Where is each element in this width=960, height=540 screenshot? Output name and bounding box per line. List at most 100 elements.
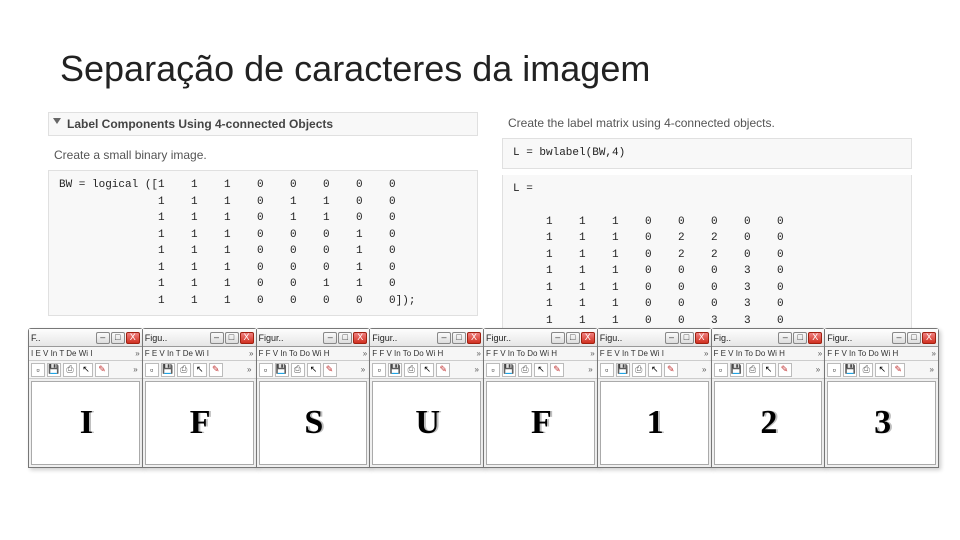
toolbar-overflow-icon[interactable]: » xyxy=(930,365,936,374)
pointer-icon[interactable]: ↖ xyxy=(79,363,93,377)
new-file-icon[interactable]: ▫ xyxy=(145,363,159,377)
collapse-arrow-icon[interactable] xyxy=(53,118,61,124)
print-icon[interactable]: ⎙ xyxy=(404,363,418,377)
close-button[interactable]: X xyxy=(126,332,140,344)
new-file-icon[interactable]: ▫ xyxy=(714,363,728,377)
save-icon[interactable]: 💾 xyxy=(161,363,175,377)
menu-items[interactable]: F E V In To Do Wi H xyxy=(714,349,785,358)
minimize-button[interactable]: – xyxy=(437,332,451,344)
titlebar[interactable]: Figur.. – □ X xyxy=(370,329,483,347)
new-file-icon[interactable]: ▫ xyxy=(372,363,386,377)
minimize-button[interactable]: – xyxy=(892,332,906,344)
menubar[interactable]: F F V In To Do Wi H » xyxy=(370,347,483,361)
pointer-icon[interactable]: ↖ xyxy=(534,363,548,377)
menu-items[interactable]: F F V In To Do Wi H xyxy=(486,349,557,358)
brush-icon[interactable]: ✎ xyxy=(664,363,678,377)
close-button[interactable]: X xyxy=(240,332,254,344)
new-file-icon[interactable]: ▫ xyxy=(259,363,273,377)
new-file-icon[interactable]: ▫ xyxy=(827,363,841,377)
close-button[interactable]: X xyxy=(808,332,822,344)
menu-items[interactable]: F F V In To Do Wi H xyxy=(259,349,330,358)
save-icon[interactable]: 💾 xyxy=(843,363,857,377)
menubar[interactable]: F E V In T De Wi I » xyxy=(598,347,711,361)
save-icon[interactable]: 💾 xyxy=(47,363,61,377)
menu-overflow-icon[interactable]: » xyxy=(477,349,481,358)
minimize-button[interactable]: – xyxy=(210,332,224,344)
toolbar-overflow-icon[interactable]: » xyxy=(475,365,481,374)
pointer-icon[interactable]: ↖ xyxy=(875,363,889,377)
titlebar[interactable]: F.. – □ X xyxy=(29,329,142,347)
section-header-left[interactable]: Label Components Using 4-connected Objec… xyxy=(48,112,478,136)
maximize-button[interactable]: □ xyxy=(225,332,239,344)
print-icon[interactable]: ⎙ xyxy=(746,363,760,377)
pointer-icon[interactable]: ↖ xyxy=(420,363,434,377)
brush-icon[interactable]: ✎ xyxy=(550,363,564,377)
titlebar[interactable]: Figu.. – □ X xyxy=(143,329,256,347)
brush-icon[interactable]: ✎ xyxy=(323,363,337,377)
menu-items[interactable]: F E V In T De Wi I xyxy=(145,349,209,358)
menu-overflow-icon[interactable]: » xyxy=(932,349,936,358)
titlebar[interactable]: Figur.. – □ X xyxy=(484,329,597,347)
print-icon[interactable]: ⎙ xyxy=(177,363,191,377)
save-icon[interactable]: 💾 xyxy=(616,363,630,377)
pointer-icon[interactable]: ↖ xyxy=(193,363,207,377)
save-icon[interactable]: 💾 xyxy=(730,363,744,377)
brush-icon[interactable]: ✎ xyxy=(778,363,792,377)
minimize-button[interactable]: – xyxy=(323,332,337,344)
close-button[interactable]: X xyxy=(922,332,936,344)
menubar[interactable]: F E V In To Do Wi H » xyxy=(712,347,825,361)
print-icon[interactable]: ⎙ xyxy=(632,363,646,377)
save-icon[interactable]: 💾 xyxy=(275,363,289,377)
menubar[interactable]: F F V In To Do Wi H » xyxy=(484,347,597,361)
maximize-button[interactable]: □ xyxy=(680,332,694,344)
toolbar-overflow-icon[interactable]: » xyxy=(247,365,253,374)
brush-icon[interactable]: ✎ xyxy=(891,363,905,377)
save-icon[interactable]: 💾 xyxy=(502,363,516,377)
menu-overflow-icon[interactable]: » xyxy=(363,349,367,358)
new-file-icon[interactable]: ▫ xyxy=(600,363,614,377)
print-icon[interactable]: ⎙ xyxy=(291,363,305,377)
menu-overflow-icon[interactable]: » xyxy=(818,349,822,358)
close-button[interactable]: X xyxy=(695,332,709,344)
menubar[interactable]: F F V In To Do Wi H » xyxy=(257,347,370,361)
menu-items[interactable]: F F V In To Do Wi H xyxy=(827,349,898,358)
titlebar[interactable]: Figur.. – □ X xyxy=(825,329,938,347)
menu-overflow-icon[interactable]: » xyxy=(135,349,139,358)
toolbar-overflow-icon[interactable]: » xyxy=(361,365,367,374)
minimize-button[interactable]: – xyxy=(778,332,792,344)
close-button[interactable]: X xyxy=(353,332,367,344)
new-file-icon[interactable]: ▫ xyxy=(31,363,45,377)
print-icon[interactable]: ⎙ xyxy=(518,363,532,377)
new-file-icon[interactable]: ▫ xyxy=(486,363,500,377)
maximize-button[interactable]: □ xyxy=(907,332,921,344)
menubar[interactable]: I E V In T De Wi I » xyxy=(29,347,142,361)
toolbar-overflow-icon[interactable]: » xyxy=(133,365,139,374)
print-icon[interactable]: ⎙ xyxy=(859,363,873,377)
maximize-button[interactable]: □ xyxy=(452,332,466,344)
titlebar[interactable]: Fig.. – □ X xyxy=(712,329,825,347)
menubar[interactable]: F F V In To Do Wi H » xyxy=(825,347,938,361)
menu-overflow-icon[interactable]: » xyxy=(249,349,253,358)
maximize-button[interactable]: □ xyxy=(338,332,352,344)
menu-items[interactable]: F F V In To Do Wi H xyxy=(372,349,443,358)
menu-overflow-icon[interactable]: » xyxy=(590,349,594,358)
titlebar[interactable]: Figu.. – □ X xyxy=(598,329,711,347)
pointer-icon[interactable]: ↖ xyxy=(307,363,321,377)
minimize-button[interactable]: – xyxy=(96,332,110,344)
print-icon[interactable]: ⎙ xyxy=(63,363,77,377)
close-button[interactable]: X xyxy=(467,332,481,344)
toolbar-overflow-icon[interactable]: » xyxy=(588,365,594,374)
toolbar-overflow-icon[interactable]: » xyxy=(702,365,708,374)
close-button[interactable]: X xyxy=(581,332,595,344)
maximize-button[interactable]: □ xyxy=(566,332,580,344)
maximize-button[interactable]: □ xyxy=(793,332,807,344)
menu-items[interactable]: I E V In T De Wi I xyxy=(31,349,93,358)
menu-overflow-icon[interactable]: » xyxy=(704,349,708,358)
brush-icon[interactable]: ✎ xyxy=(436,363,450,377)
menubar[interactable]: F E V In T De Wi I » xyxy=(143,347,256,361)
brush-icon[interactable]: ✎ xyxy=(209,363,223,377)
menu-items[interactable]: F E V In T De Wi I xyxy=(600,349,664,358)
titlebar[interactable]: Figur.. – □ X xyxy=(257,329,370,347)
brush-icon[interactable]: ✎ xyxy=(95,363,109,377)
toolbar-overflow-icon[interactable]: » xyxy=(816,365,822,374)
